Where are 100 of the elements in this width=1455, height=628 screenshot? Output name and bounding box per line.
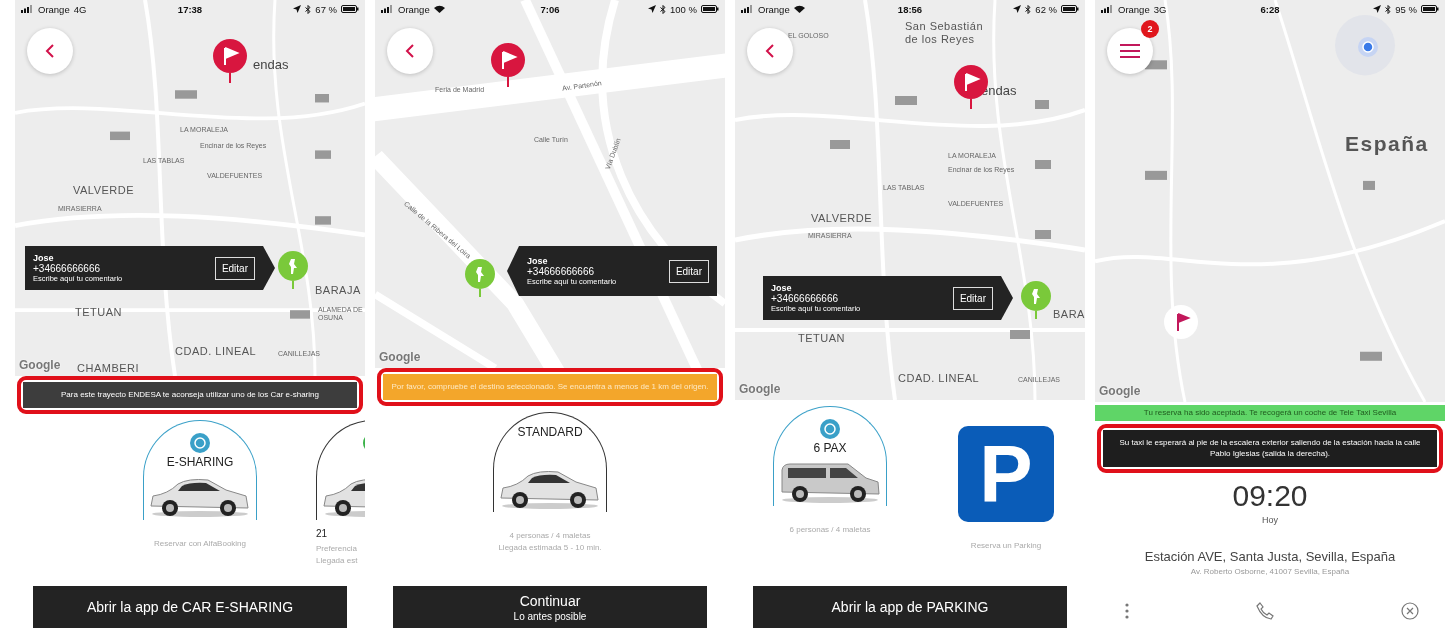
road-sign-icon [1363, 180, 1375, 190]
option-price: 21 [316, 528, 328, 540]
option-title: STANDARD [517, 425, 583, 440]
pickup-address: Estación AVE, Santa Justa, Sevilla, España [1144, 549, 1396, 565]
road-sign-icon [1035, 230, 1051, 239]
notice-banner: Su taxi le esperará al pie de la escalera exterior saliendo de la estación hacia la calle Pablo Iglesias (salida la derecha). [1103, 430, 1437, 468]
carrier-name: Orange [398, 3, 430, 15]
person-pin-icon [277, 250, 309, 290]
road-sign-icon [1035, 100, 1049, 109]
flag-pin-icon [212, 38, 248, 84]
battery-icon [701, 5, 719, 13]
road-sign-icon [110, 131, 130, 141]
bluetooth-icon [1025, 4, 1032, 14]
close-icon[interactable] [1401, 602, 1419, 620]
status-time: 7:06 [540, 3, 560, 15]
option-title: E-SHARING [166, 455, 234, 470]
phone-icon[interactable] [1256, 602, 1274, 620]
option-ring[interactable]: STANDARD [493, 412, 607, 513]
map-label: CDAD. LINEAL [175, 345, 257, 358]
network-type: 3G [1153, 3, 1167, 15]
option-caption: Reservar con AlfaBooking [153, 538, 247, 550]
network-type: 4G [73, 3, 87, 15]
signal-icon [21, 5, 34, 13]
edit-button[interactable]: Editar [668, 259, 709, 283]
road-sign-icon [1035, 160, 1051, 169]
option-caption: Preferencia [316, 543, 357, 555]
option-caption: Llegada est [316, 554, 358, 566]
road-sign-icon [895, 96, 917, 105]
road-sign-icon [290, 310, 310, 319]
map-label: TETUAN [75, 306, 122, 319]
parking-sign[interactable]: P [958, 426, 1054, 522]
edit-button[interactable]: Editar [214, 256, 255, 280]
location-icon [1373, 5, 1382, 13]
status-time: 17:38 [177, 3, 203, 15]
map-label: VALVERDE [73, 184, 135, 197]
map-label: endas [253, 58, 289, 73]
pickup-street: Av. Roberto Osborne, 41007 Sevilla, España [1190, 567, 1350, 577]
location-icon [293, 5, 302, 13]
contact-name: Jose [771, 283, 793, 293]
option-caption: Reserva un Parking [970, 540, 1042, 552]
map-logo: Google [739, 382, 781, 396]
map-label: BARAJA [315, 284, 361, 297]
more-icon[interactable] [1125, 603, 1129, 619]
map-label: VALVERDE [811, 212, 873, 225]
notice-banner: Para este trayecto ENDESA te aconseja utilizar uno de los Car e-sharing [23, 382, 357, 409]
bluetooth-icon [305, 4, 312, 14]
contact-name: Jose [33, 253, 55, 263]
signal-icon [381, 5, 394, 13]
status-time: 6:28 [1260, 3, 1280, 15]
map-label: BARA [1053, 308, 1085, 321]
map-logo: Google [1099, 384, 1141, 398]
service-icon [820, 419, 840, 439]
person-pin-icon [464, 258, 496, 298]
bluetooth-icon [660, 4, 667, 14]
battery-percent: 100 % [670, 3, 697, 15]
battery-icon [1421, 5, 1439, 13]
option-ring[interactable]: E-SHARING [143, 420, 257, 521]
service-icon [190, 433, 210, 454]
battery-icon [1061, 5, 1079, 13]
bluetooth-icon [1385, 4, 1392, 14]
edit-button[interactable]: Editar [952, 286, 993, 310]
battery-icon [341, 5, 359, 13]
notice-banner: Tu reserva ha sido aceptada. Te recogerá un coche de Tele Taxi Sevilla [1095, 405, 1445, 422]
pickup-time: 09:20 [1232, 479, 1308, 514]
road-sign-icon [830, 140, 850, 149]
action-button[interactable]: Abrir la app de CAR E-SHARING [33, 586, 347, 628]
battery-percent: 95 % [1395, 3, 1417, 15]
option-caption: 4 personas / 4 maletas [509, 530, 591, 542]
road-sign-icon [315, 94, 329, 103]
contact-phone: +34666666666 [33, 263, 102, 274]
road-sign-icon [315, 150, 331, 159]
menu-icon [1120, 44, 1140, 58]
notice-banner: Por favor, compruebe el destino seleccionado. Se encuentra a menos de 1 km del origen. [383, 374, 717, 401]
chevron-left-icon [45, 43, 55, 59]
option-caption: Llegada estimada 5 - 10 min. [498, 541, 602, 553]
location-dot-icon [1357, 36, 1379, 58]
map-logo: Google [379, 350, 421, 364]
road-sign-icon [1145, 170, 1167, 180]
map-logo: Google [19, 358, 61, 372]
chevron-left-icon [765, 43, 775, 59]
action-button[interactable]: Abrir la app de PARKING [753, 586, 1067, 628]
road-sign-icon [315, 216, 331, 225]
option-caption: 6 personas / 4 maletas [789, 524, 871, 536]
carrier-name: Orange [38, 3, 70, 15]
map-label: CHAMBERI [77, 362, 140, 375]
battery-percent: 67 % [315, 3, 337, 15]
battery-percent: 62 % [1035, 3, 1057, 15]
road-sign-icon [1360, 351, 1382, 361]
road-sign-icon [1010, 330, 1030, 339]
contact-phone: +34666666666 [527, 266, 596, 277]
location-icon [1013, 5, 1022, 13]
carrier-name: Orange [1118, 3, 1150, 15]
signal-icon [741, 5, 754, 13]
option-ring[interactable]: 6 PAX [773, 406, 887, 506]
map-label: San Sebastián de los Reyes [905, 20, 985, 46]
chevron-left-icon [405, 43, 415, 59]
flag-marker-icon [1163, 304, 1199, 340]
location-icon [648, 5, 657, 13]
map-label: CDAD. LINEAL [898, 372, 980, 385]
action-button[interactable]: Continuar Lo antes posible [393, 586, 707, 628]
